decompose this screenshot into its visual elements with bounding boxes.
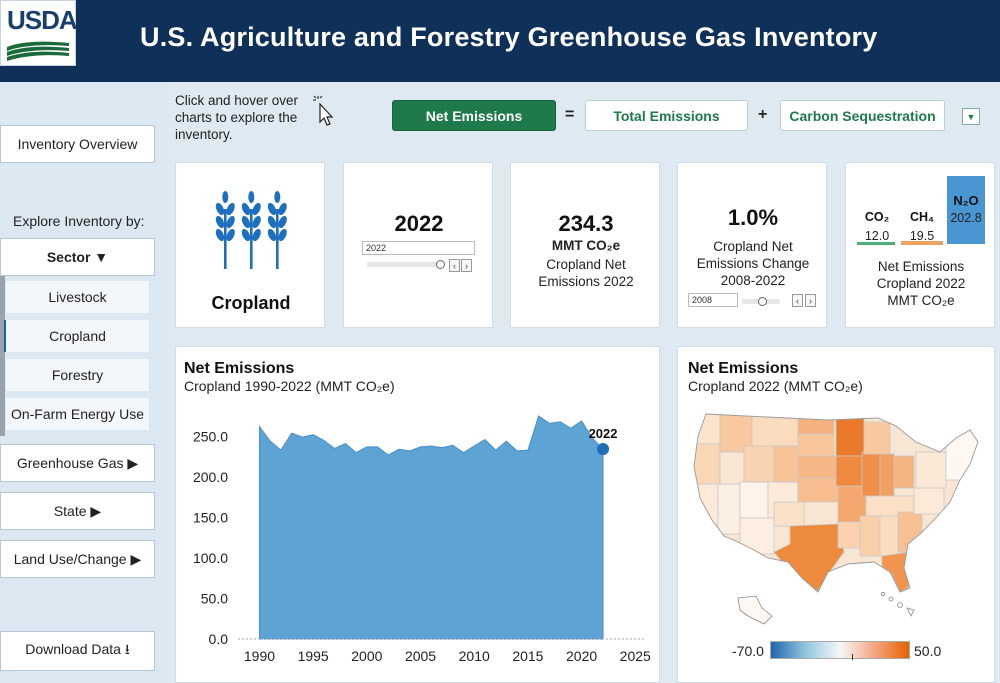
x-tick-label: 2015 — [512, 648, 543, 664]
sidebar-item-on-farm-energy[interactable]: On-Farm Energy Use — [6, 398, 149, 430]
change-slider-knob[interactable] — [758, 297, 767, 306]
net-emissions-trend-panel: Net Emissions Cropland 1990-2022 (MMT CO… — [175, 346, 660, 683]
explore-label: Explore Inventory by: — [13, 213, 145, 229]
sidebar-item-forestry[interactable]: Forestry — [6, 359, 149, 391]
usda-logo[interactable]: USDA — [0, 0, 78, 66]
page-title: U.S. Agriculture and Forestry Greenhouse… — [140, 22, 878, 52]
gas-caption: Net Emissions Cropland 2022 MMT CO₂e — [876, 259, 966, 308]
plus-sign: + — [758, 106, 768, 123]
wheat-icon — [215, 191, 289, 269]
legend-min-label: -70.0 — [732, 643, 764, 659]
sidebar-item-cropland[interactable]: Cropland — [6, 320, 149, 352]
equals-sign: = — [565, 106, 575, 123]
logo-wave-icon — [7, 41, 69, 61]
map-title: Net Emissions — [688, 360, 799, 377]
net-label: Cropland Net Emissions 2022 — [538, 257, 634, 289]
hint-text: Click and hover over charts to explore t… — [175, 93, 299, 142]
net-unit: MMT CO₂e — [551, 238, 621, 253]
x-tick-label: 2010 — [459, 648, 490, 664]
change-value: 1.0% — [727, 205, 779, 230]
color-scale-legend — [770, 641, 910, 660]
ch4-label: CH₄ — [909, 210, 934, 224]
map-subtitle: Cropland 2022 (MMT CO₂e) — [688, 378, 863, 394]
x-tick-label: 2025 — [620, 648, 651, 664]
x-tick-label: 1995 — [298, 648, 329, 664]
latest-point[interactable] — [597, 443, 610, 456]
co2-label: CO₂ — [864, 210, 890, 224]
sidebar-item-livestock[interactable]: Livestock — [6, 281, 149, 313]
change-card: 1.0% Cropland Net Emissions Change 2008-… — [677, 162, 827, 328]
year-card: 2022 2022 ‹ › — [343, 162, 493, 328]
net-emissions-card: 234.3 MMT CO₂e Cropland Net Emissions 20… — [510, 162, 660, 328]
change-next-button[interactable]: › — [805, 294, 816, 307]
download-data-button[interactable]: Download Data ⭳ — [0, 631, 155, 671]
alaska-shape[interactable] — [737, 595, 773, 625]
legend-max-label: 50.0 — [914, 643, 942, 659]
net-value: 234.3 — [558, 211, 614, 236]
x-tick-label: 2020 — [566, 648, 597, 664]
land-use-change-button[interactable]: Land Use/Change ▶ — [0, 540, 155, 578]
net-emissions-area-chart[interactable]: 0.0 50.0 100.0 150.0 200.0 250.0 1990 1995 2000 2… — [176, 347, 661, 683]
legend-zero-marker — [852, 654, 853, 660]
emissions-area[interactable] — [258, 415, 604, 640]
gas-breakdown-card: CO₂ 12.0 CH₄ 19.5 N₂O 202.8 Net Emission… — [845, 162, 995, 328]
header-bar: USDA U.S. Agriculture and Forestry Green… — [0, 0, 1000, 82]
cursor-icon — [313, 95, 334, 126]
us-choropleth-map[interactable] — [678, 402, 996, 632]
year-next-button[interactable]: › — [461, 259, 472, 272]
y-tick-label: 200.0 — [193, 469, 228, 485]
logo-text: USDA — [7, 5, 78, 35]
total-emissions-button[interactable]: Total Emissions — [585, 100, 748, 131]
hawaii-shape[interactable] — [880, 591, 915, 617]
n2o-value: 202.8 — [950, 211, 982, 225]
year-slider-knob[interactable] — [436, 260, 445, 269]
carbon-sequestration-button[interactable]: Carbon Sequestration — [780, 100, 945, 131]
inventory-overview-button[interactable]: Inventory Overview — [0, 125, 155, 163]
year-input[interactable]: 2022 — [362, 241, 475, 255]
net-emissions-map-panel: Net Emissions Cropland 2022 (MMT CO₂e) -… — [677, 346, 995, 683]
y-tick-label: 250.0 — [193, 428, 228, 444]
change-label: Cropland Net Emissions Change 2008-2022 — [696, 239, 810, 288]
n2o-label: N₂O — [953, 193, 979, 208]
y-tick-label: 100.0 — [193, 550, 228, 566]
year-value: 2022 — [394, 211, 444, 236]
n2o-bar[interactable] — [947, 176, 985, 244]
chevron-down-icon[interactable]: ▼ — [962, 108, 980, 125]
greenhouse-gas-button[interactable]: Greenhouse Gas ▶ — [0, 444, 155, 482]
net-emissions-button[interactable]: Net Emissions — [392, 100, 556, 131]
co2-value: 12.0 — [864, 229, 890, 243]
y-tick-label: 150.0 — [193, 509, 228, 525]
sector-name: Cropland — [211, 293, 291, 313]
y-tick-label: 50.0 — [201, 590, 228, 606]
x-tick-label: 2000 — [351, 648, 382, 664]
state-button[interactable]: State ▶ — [0, 492, 155, 530]
sector-card: Cropland — [175, 162, 325, 328]
latest-point-label: 2022 — [589, 426, 618, 441]
sector-dropdown-button[interactable]: Sector ▼ — [0, 238, 155, 276]
year-slider-track[interactable] — [367, 262, 443, 267]
y-tick-label: 0.0 — [209, 631, 229, 647]
x-tick-label: 1990 — [244, 648, 275, 664]
x-tick-label: 2005 — [405, 648, 436, 664]
co2-bar[interactable] — [857, 242, 895, 245]
change-prev-button[interactable]: ‹ — [792, 294, 803, 307]
change-year-input[interactable]: 2008 — [688, 293, 738, 307]
ch4-bar[interactable] — [901, 241, 943, 245]
year-prev-button[interactable]: ‹ — [449, 259, 460, 272]
